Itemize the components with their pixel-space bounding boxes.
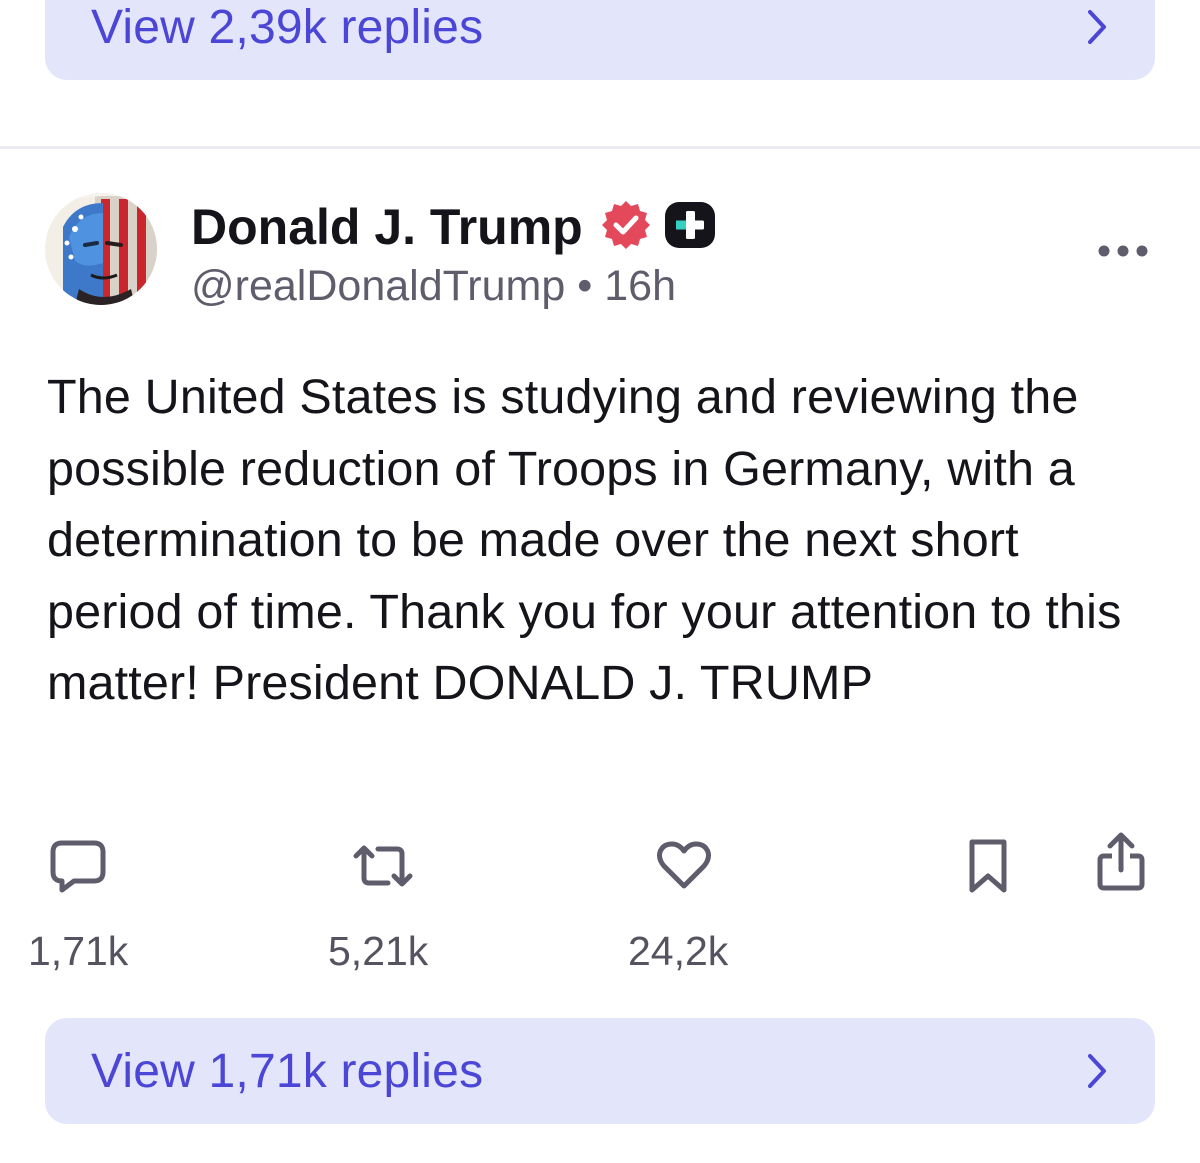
repost-button[interactable] [352,838,414,894]
chevron-right-icon [1088,1054,1106,1088]
repost-icon [353,845,413,887]
separator-dot: • [577,262,593,310]
view-replies-label: View 1,71k replies [91,1044,484,1098]
author-handle-line: @realDonaldTrump • 16h [191,262,676,311]
avatar-image [45,193,157,305]
bookmark-icon [969,839,1007,893]
reply-icon [50,840,106,893]
like-button[interactable] [656,840,712,892]
heart-icon [657,841,711,889]
author-name[interactable]: Donald J. Trump [191,198,583,256]
repost-count: 5,21k [328,928,429,974]
view-replies-button-previous[interactable]: View 2,39k replies [45,0,1155,80]
share-icon [1097,832,1145,891]
view-replies-button[interactable]: View 1,71k replies [45,1018,1155,1124]
post-time[interactable]: 16h [604,262,676,310]
verified-badge-icon [602,201,650,249]
chevron-right-icon [1088,10,1106,44]
avatar[interactable] [45,193,157,305]
author-handle[interactable]: @realDonaldTrump [191,262,565,310]
view-replies-label: View 2,39k replies [91,0,484,54]
share-button[interactable] [1094,830,1148,894]
reply-button[interactable] [48,838,108,894]
reply-count: 1,71k [28,928,129,974]
more-icon[interactable] [1097,236,1149,266]
post-text: The United States is studying and review… [47,370,1122,710]
feed: View 2,39k replies Donald J. Trump @real… [0,0,1200,1163]
like-count: 24,2k [628,928,729,974]
post-divider [0,146,1200,149]
bookmark-button[interactable] [966,836,1010,896]
plus-badge-icon [665,202,715,248]
